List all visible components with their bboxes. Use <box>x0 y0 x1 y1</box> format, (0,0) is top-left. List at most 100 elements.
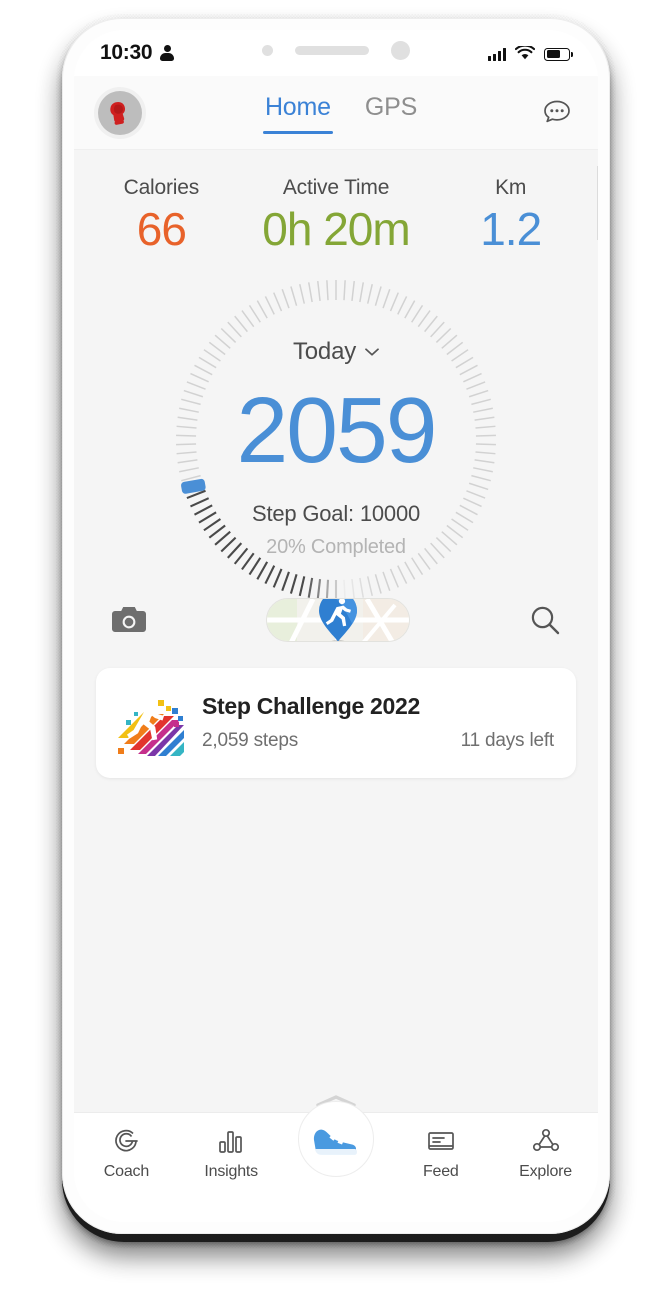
insights-icon <box>216 1125 246 1157</box>
dial-tick-empty <box>227 321 242 338</box>
dial-tick-empty <box>374 286 382 306</box>
dial-tick-empty <box>459 504 478 516</box>
dial-tick-empty <box>435 537 452 553</box>
dial-tick-filled <box>220 536 237 553</box>
nav-item-insights[interactable]: Insights <box>179 1125 284 1181</box>
wifi-icon <box>515 45 535 59</box>
dial-tick-empty <box>474 459 495 464</box>
dial-tick-empty <box>455 511 474 524</box>
status-bar-left: 10:30 <box>100 41 175 65</box>
dial-tick-filled <box>307 577 314 598</box>
app-main-content: Calories 66 Active Time 0h 20m Km 1.2 To… <box>74 150 598 1112</box>
dial-tick-empty <box>441 334 458 349</box>
stats-row: Calories 66 Active Time 0h 20m Km 1.2 <box>74 150 598 266</box>
challenge-title: Step Challenge 2022 <box>202 692 420 719</box>
dial-tick-empty <box>359 577 365 598</box>
dial-tick-filled <box>214 530 231 546</box>
dial-tick-empty <box>181 398 201 406</box>
dial-tick-empty <box>475 425 496 429</box>
header-tabs: Home GPS <box>142 93 540 132</box>
nav-item-coach[interactable]: Coach <box>74 1125 179 1181</box>
dial-tick-empty <box>468 389 489 398</box>
dial-tick-empty <box>374 574 382 594</box>
dial-tick-empty <box>424 315 438 333</box>
map-runner-pin-icon <box>319 599 357 641</box>
period-selector[interactable]: Today <box>293 338 379 366</box>
shoe-icon <box>313 1129 357 1155</box>
dial-tick-empty <box>198 356 217 369</box>
dial-tick-empty <box>179 407 199 413</box>
dial-tick-empty <box>463 372 482 383</box>
dial-tick-empty <box>264 296 275 315</box>
map-toggle[interactable] <box>266 598 410 642</box>
dial-tick-empty <box>473 407 493 413</box>
dial-tick-empty <box>256 300 268 319</box>
dial-tick-empty <box>463 497 482 508</box>
dial-tick-filled <box>256 561 269 580</box>
dial-tick-empty <box>468 482 489 491</box>
dial-tick-empty <box>179 467 199 473</box>
dial-tick-empty <box>451 518 469 531</box>
dial-tick-empty <box>382 571 391 591</box>
dial-tick-filled <box>316 578 322 600</box>
dial-tick-filled <box>272 568 283 588</box>
dial-tick-filled <box>190 497 210 508</box>
dial-tick-empty <box>404 300 416 319</box>
dial-tick-empty <box>248 304 261 323</box>
step-dial-ticks <box>176 280 496 600</box>
dial-tick-empty <box>471 474 491 482</box>
dial-tick-empty <box>411 304 424 323</box>
tab-home[interactable]: Home <box>265 93 331 132</box>
dial-tick-empty <box>411 557 424 576</box>
dial-tick-empty <box>417 552 431 570</box>
dial-tick-empty <box>475 443 496 446</box>
avatar[interactable] <box>98 90 142 135</box>
nav-item-feed[interactable]: Feed <box>388 1125 493 1181</box>
battery-icon <box>544 47 573 61</box>
dial-tick-filled <box>193 504 213 516</box>
signal-bars-icon <box>488 47 506 61</box>
challenge-card[interactable]: Step Challenge 2022 2,059 steps 11 days … <box>96 668 576 778</box>
period-label: Today <box>292 338 357 365</box>
dial-tick-empty <box>459 364 478 376</box>
dial-tick-empty <box>194 364 213 376</box>
stat-label: Km <box>495 176 527 199</box>
dial-tick-empty <box>317 280 321 301</box>
dial-tick-empty <box>234 315 248 333</box>
stat-label: Calories <box>123 176 200 199</box>
tab-gps[interactable]: GPS <box>365 93 417 132</box>
dial-tick-empty <box>203 349 221 362</box>
dial-tick-filled <box>233 547 249 565</box>
phone-screen: 10:30 Home GPS Calories 66 Active Time 0… <box>74 30 598 1222</box>
challenge-steps: 2,059 steps <box>202 729 299 751</box>
dial-tick-empty <box>186 381 206 390</box>
status-clock: 10:30 <box>100 41 153 64</box>
dial-tick-empty <box>441 531 458 546</box>
stat-calories[interactable]: Calories 66 <box>74 176 249 256</box>
dial-tick-empty <box>176 434 197 437</box>
dial-tick-empty <box>183 389 204 398</box>
nav-item-explore[interactable]: Explore <box>493 1125 598 1181</box>
dial-tick-empty <box>241 310 255 328</box>
stat-km[interactable]: Km 1.2 <box>423 176 598 256</box>
dial-tick-empty <box>176 425 197 429</box>
dial-tick-filled <box>198 511 217 524</box>
step-dial: Today 2059 Step Goal: 10000 20% Complete… <box>74 270 598 610</box>
notch-sensor-dot <box>262 44 273 56</box>
steps-center-button[interactable] <box>297 1101 374 1177</box>
nav-label: Insights <box>204 1163 258 1180</box>
nav-label: Explore <box>519 1163 573 1180</box>
dial-tick-empty <box>366 576 373 597</box>
challenge-body: Step Challenge 2022 2,059 steps 11 days … <box>202 693 554 752</box>
notch-camera <box>391 40 410 60</box>
dial-tick-empty <box>299 283 306 304</box>
dial-tick-empty <box>177 459 198 464</box>
stat-label: Active Time <box>282 176 390 199</box>
status-bar-right <box>488 45 573 61</box>
dial-tick-empty <box>471 398 491 406</box>
dial-tick-empty <box>214 334 231 349</box>
chat-bubble-icon[interactable] <box>540 96 574 130</box>
dial-tick-empty <box>446 524 464 539</box>
stat-active-time[interactable]: Active Time 0h 20m <box>249 176 424 256</box>
phone-notch <box>216 30 456 70</box>
